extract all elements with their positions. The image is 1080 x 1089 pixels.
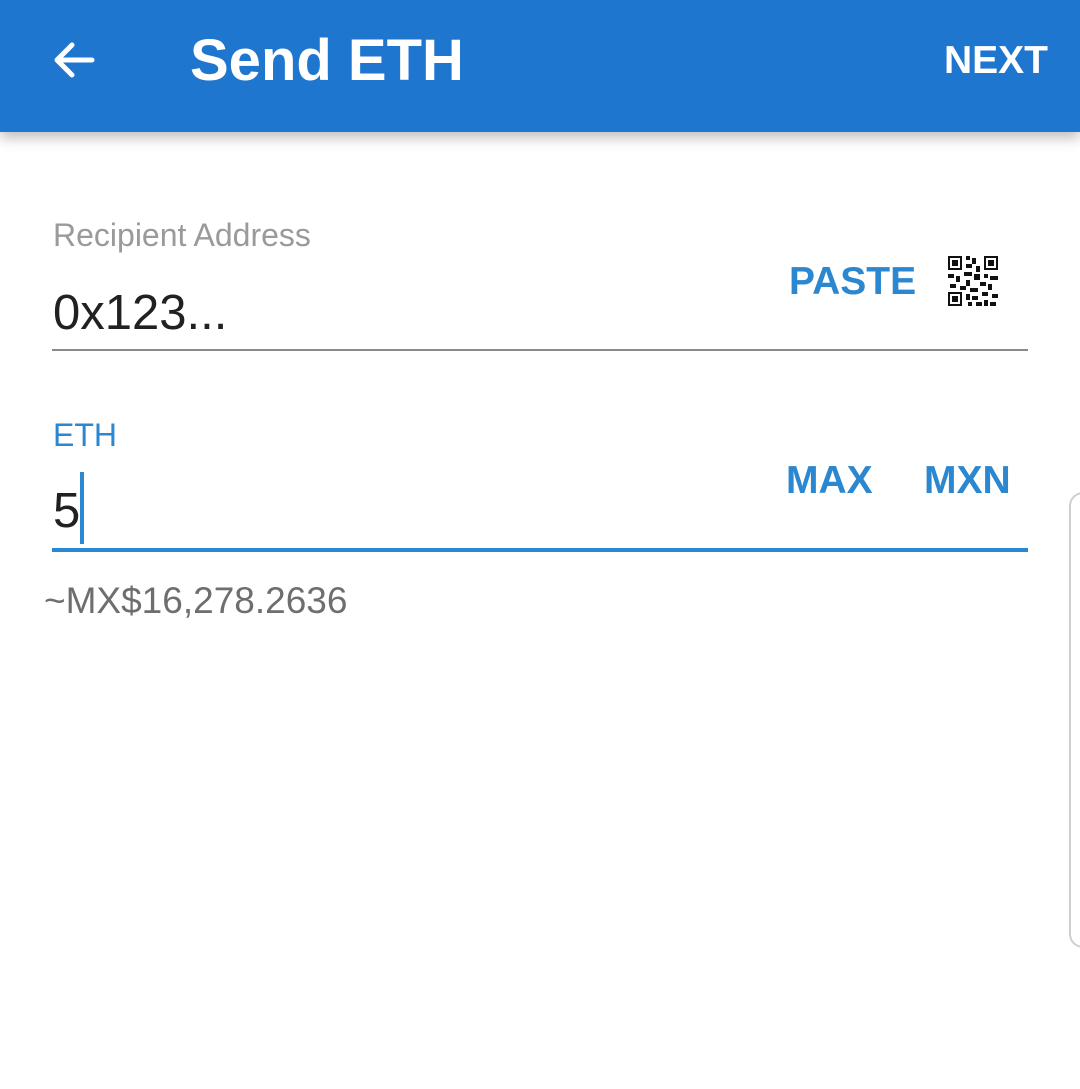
currency-toggle-button[interactable]: MXN — [924, 458, 1011, 504]
text-cursor — [80, 472, 84, 544]
arrow-back-icon — [54, 42, 95, 78]
next-button[interactable]: NEXT — [944, 38, 1048, 84]
converted-amount: ~MX$16,278.2636 — [44, 580, 348, 621]
max-button[interactable]: MAX — [786, 458, 873, 504]
recipient-address-input[interactable]: 0x123... — [53, 284, 227, 342]
back-button[interactable] — [40, 26, 108, 94]
page-title: Send ETH — [190, 28, 464, 93]
edge-panel-handle[interactable] — [1069, 492, 1080, 948]
paste-button[interactable]: PASTE — [789, 259, 916, 305]
recipient-address-underline — [52, 349, 1028, 351]
eth-amount-underline — [52, 548, 1028, 552]
eth-amount-label: ETH — [53, 417, 117, 453]
send-form: Recipient Address 0x123... PASTE ETH 5 M… — [0, 132, 1080, 1089]
scan-qr-button[interactable] — [948, 256, 998, 306]
eth-amount-input[interactable]: 5 — [53, 482, 80, 540]
recipient-address-label: Recipient Address — [53, 217, 311, 253]
app-bar: Send ETH NEXT — [0, 0, 1080, 132]
qr-code-icon — [948, 256, 998, 306]
